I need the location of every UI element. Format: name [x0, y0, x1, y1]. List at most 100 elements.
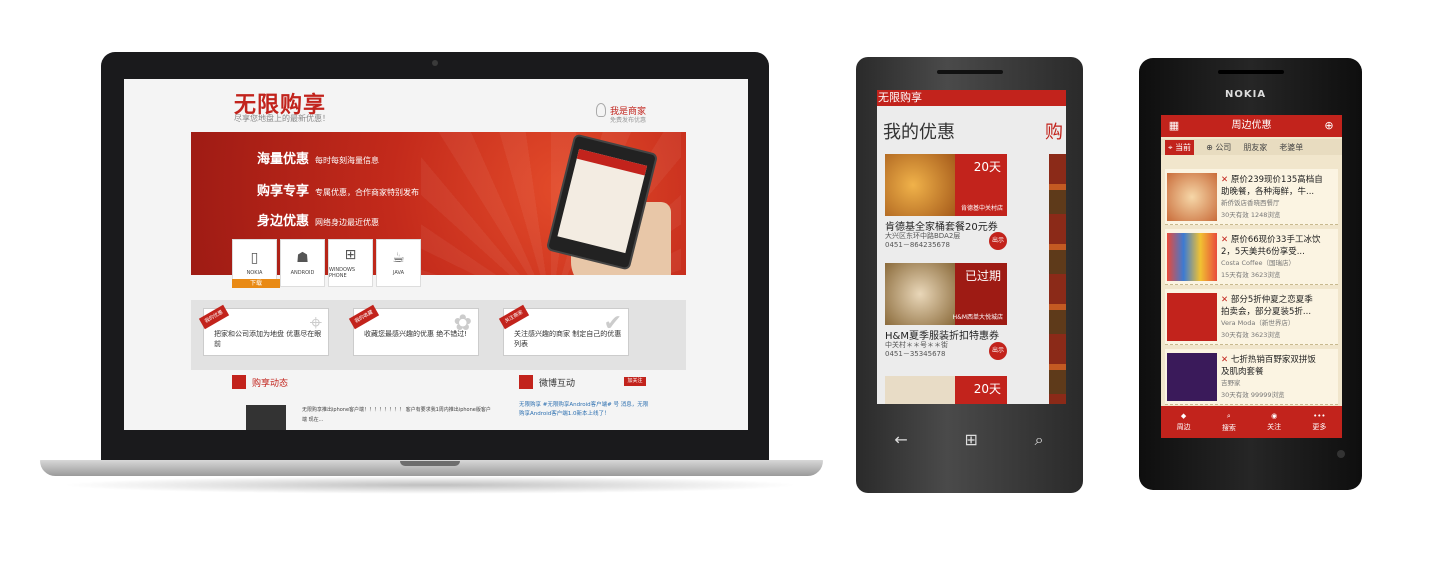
nokia-location-tabs: ⌖ 当前 ⊕ 公司 朋友家 老婆单 [1161, 139, 1342, 155]
follow-button[interactable]: 加关注 [624, 377, 646, 386]
platform-java[interactable]: ☕ JAVA [376, 239, 421, 287]
deal-headline: ✕ 七折热销百野家双拼饭 [1221, 355, 1316, 365]
wp-coupon-tile[interactable]: 已过期 H&M西单大悦城店 [885, 263, 1007, 325]
coupon-image [885, 376, 955, 404]
deal-stats: 30天有效 1248浏览 [1221, 211, 1281, 219]
feature-card[interactable]: 我的收藏 收藏您最感兴趣的优惠 绝不错过! ✿ [348, 304, 479, 356]
search-icon: ⌕ [1226, 411, 1231, 420]
deal-headline: ✕ 原价239现价135高档自 [1221, 175, 1323, 185]
gift-icon: ✿ [453, 311, 472, 336]
platform-label: ANDROID [290, 270, 315, 276]
deal-stats: 30天有效 99999浏览 [1221, 391, 1285, 399]
nav-follow[interactable]: ◉ 关注 [1267, 412, 1281, 432]
nokia-title: 周边优惠 [1231, 120, 1272, 131]
eye-icon: ◉ [1271, 412, 1278, 420]
tab-company[interactable]: ⊕ 公司 [1206, 142, 1231, 153]
weibo-text[interactable]: 无限购享 #无限购享Android客户端# 号 消息，无限购享Android客户… [519, 401, 649, 419]
back-icon[interactable]: ← [894, 430, 907, 450]
deal-item[interactable]: ✕ 原价239现价135高档自 助晚餐，各种海鲜，牛... 新侨饭店香晓西餐厅 … [1165, 169, 1338, 225]
weibo-header: 微博互动 [519, 375, 575, 389]
hero-phone-screen [557, 148, 648, 254]
coupon-image [885, 154, 955, 216]
show-coupon-button[interactable]: 出示 [989, 342, 1007, 360]
news-icon [232, 375, 246, 389]
feature-card[interactable]: 我的优惠 把家和公司添加为地盘 优惠尽在眼前 ⌖ [198, 304, 329, 356]
hero-desc: 每时每刻海量信息 [315, 156, 380, 165]
feature-cards: 我的优惠 把家和公司添加为地盘 优惠尽在眼前 ⌖ 我的收藏 收藏您最感兴趣的优惠… [191, 300, 686, 370]
tab-friend-home[interactable]: 朋友家 [1243, 142, 1267, 153]
deal-shop: Costa Coffee（国瑞店） [1221, 259, 1295, 267]
nokia-screen: ▦ 周边优惠 ⊕ ⌖ 当前 ⊕ 公司 朋友家 老婆单 ✕ 原价239现价135高… [1161, 115, 1342, 438]
nav-label: 周边 [1176, 423, 1191, 431]
laptop-screen: 无限购享 尽享您地盘上的最新优惠！ 我是商家 免费发布优惠 海量优惠 每时每刻海… [124, 79, 748, 430]
deal-item[interactable]: ✕ 部分5折仲夏之恋夏季 拍卖会，部分夏装5折... Vera Moda（新世界… [1165, 289, 1338, 345]
hero-title: 海量优惠 [257, 152, 310, 167]
windows-icon: ⊞ [344, 247, 357, 263]
hero-line-1: 海量优惠 每时每刻海量信息 [257, 148, 379, 167]
tab-wife[interactable]: 老婆单 [1279, 142, 1303, 153]
platform-android[interactable]: ☗ ANDROID [280, 239, 325, 287]
deal-desc: 拍卖会，部分夏装5折... [1221, 307, 1312, 317]
nokia-bottom-nav: ◆ 周边 ⌕ 搜索 ◉ 关注 ••• 更多 [1161, 406, 1342, 438]
deal-thumbnail [1167, 293, 1217, 341]
nav-nearby[interactable]: ◆ 周边 [1177, 412, 1191, 432]
wp-speaker [937, 70, 1003, 74]
android-icon: ☗ [296, 250, 309, 266]
coupon-phone: 0451－864235678 [885, 241, 950, 249]
wp-coupon-tile[interactable]: 20天 肯德基中关村店 [885, 154, 1007, 216]
coupon-title: H&M夏季服装折扣特惠券 [885, 331, 999, 342]
coupon-title: 肯德基全家桶套餐20元券 [885, 222, 998, 233]
laptop-shadow [60, 476, 800, 494]
wp-next-heading[interactable]: 购 [1045, 118, 1063, 144]
nokia-title-bar: ▦ 周边优惠 ⊕ [1161, 115, 1342, 137]
site-tagline: 尽享您地盘上的最新优惠！ [234, 114, 330, 123]
deal-item[interactable]: ✕ 原价66现价33手工冰饮 2，5天美共6份享受... Costa Coffe… [1165, 229, 1338, 285]
news-text[interactable]: 无限购享推出iphone客户端！！！！！！！！ 客户有要求我1周内推出iphon… [302, 405, 492, 425]
nav-search[interactable]: ⌕ 搜索 [1222, 412, 1236, 433]
deal-shop: 吉野家 [1221, 379, 1241, 387]
nav-more[interactable]: ••• 更多 [1312, 412, 1326, 432]
download-button[interactable]: 下载 [232, 279, 280, 288]
deal-headline: ✕ 原价66现价33手工冰饮 [1221, 235, 1321, 245]
nav-label: 关注 [1267, 423, 1282, 431]
coupon-address: 中关村＊＊号＊＊街 [885, 341, 948, 349]
tile-label: 已过期 [964, 269, 1001, 283]
windows-icon[interactable]: ⊞ [965, 430, 978, 450]
tile-label: 20天 [973, 160, 1001, 174]
wp-heading: 我的优惠 [883, 122, 955, 143]
tab-label: 当前 [1175, 142, 1192, 152]
more-icon: ••• [1313, 412, 1326, 420]
nokia-camera [1337, 450, 1345, 458]
compass-icon[interactable]: ⊕ [1322, 119, 1336, 133]
news-thumbnail [246, 405, 286, 430]
deal-stats: 30天有效 3623浏览 [1221, 331, 1281, 339]
deal-shop: Vera Moda（新世界店） [1221, 319, 1295, 327]
feature-ribbon: 关注商家 [498, 304, 530, 330]
deal-item[interactable]: ✕ 七折热销百野家双拼饭 及肌肉套餐 吉野家 30天有效 99999浏览 [1165, 349, 1338, 405]
weibo-icon [519, 375, 533, 389]
tile-sub: H&M西单大悦城店 [952, 314, 1003, 321]
news-title: 购享动态 [252, 378, 289, 389]
search-icon[interactable]: ⌕ [1035, 430, 1044, 450]
tab-current[interactable]: ⌖ 当前 [1165, 139, 1195, 155]
tab-label: 公司 [1215, 142, 1232, 152]
news-header: 购享动态 [232, 375, 288, 389]
deal-headline-text: 七折热销百野家双拼饭 [1230, 355, 1316, 365]
deal-thumbnail [1167, 233, 1217, 281]
deal-desc: 助晚餐，各种海鲜，牛... [1221, 187, 1315, 197]
wp-app-title: 无限购享 [877, 90, 1066, 106]
coupon-phone: 0451－35345678 [885, 350, 946, 358]
coupon-address: 大兴区东环中路BDA2层 [885, 232, 961, 240]
wp-coupon-tile[interactable]: 20天 [885, 376, 1007, 404]
wp-next-panel-strip [1049, 154, 1066, 404]
tile-label: 20天 [973, 382, 1001, 396]
show-coupon-button[interactable]: 出示 [989, 232, 1007, 250]
feature-text: 收藏您最感兴趣的优惠 绝不错过! [364, 330, 468, 338]
grid-icon[interactable]: ▦ [1167, 119, 1181, 133]
feature-card[interactable]: 关注商家 关注感兴趣的商家 制定自己的优惠列表 ✔ [498, 304, 629, 356]
platform-windows-phone[interactable]: ⊞ WINDOWS PHONE [328, 239, 373, 287]
platform-label: JAVA [392, 270, 404, 276]
java-cup-icon: ☕ [392, 250, 405, 266]
hero-title: 身边优惠 [257, 214, 310, 229]
deal-desc: 及肌肉套餐 [1221, 367, 1264, 377]
